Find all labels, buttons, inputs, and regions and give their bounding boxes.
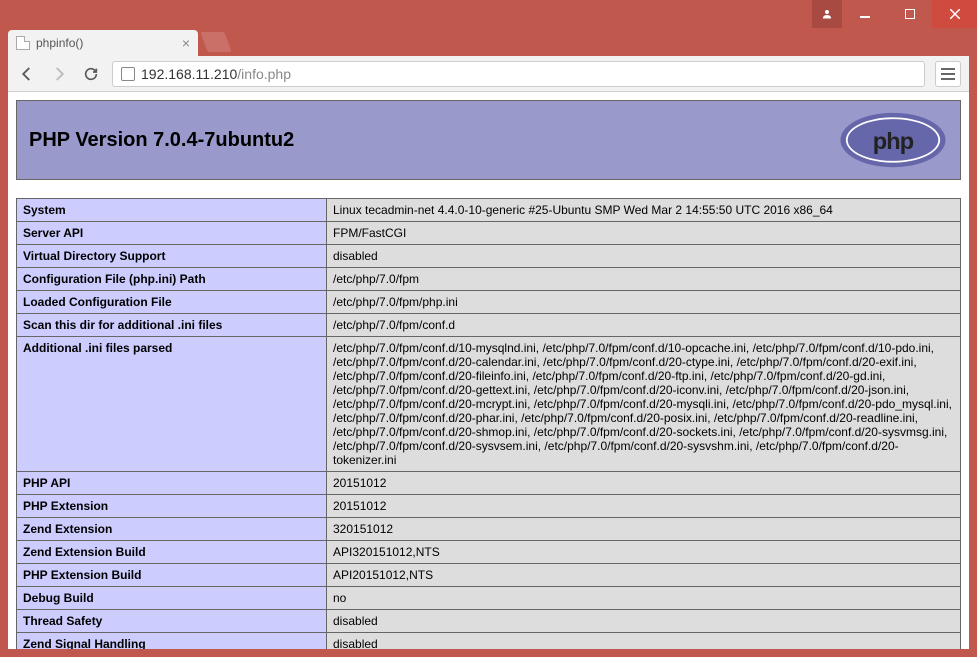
config-key: Server API xyxy=(17,222,327,245)
page-icon xyxy=(16,36,30,50)
site-info-icon[interactable] xyxy=(121,67,135,81)
config-value: 20151012 xyxy=(327,495,961,518)
table-row: Additional .ini files parsed/etc/php/7.0… xyxy=(17,337,961,472)
config-key: Scan this dir for additional .ini files xyxy=(17,314,327,337)
config-key: Configuration File (php.ini) Path xyxy=(17,268,327,291)
config-value: API320151012,NTS xyxy=(327,541,961,564)
config-key: Zend Extension Build xyxy=(17,541,327,564)
url-path: /info.php xyxy=(237,66,291,82)
arrow-right-icon xyxy=(50,65,68,83)
config-key: Thread Safety xyxy=(17,610,327,633)
config-value: API20151012,NTS xyxy=(327,564,961,587)
table-row: Configuration File (php.ini) Path/etc/ph… xyxy=(17,268,961,291)
config-value: /etc/php/7.0/fpm/conf.d xyxy=(327,314,961,337)
maximize-button[interactable] xyxy=(887,0,932,28)
address-bar: 192.168.11.210/info.php xyxy=(8,56,969,92)
close-button[interactable] xyxy=(932,0,977,28)
arrow-left-icon xyxy=(18,65,36,83)
table-row: Scan this dir for additional .ini files/… xyxy=(17,314,961,337)
table-row: Debug Buildno xyxy=(17,587,961,610)
hamburger-icon xyxy=(941,68,955,70)
config-value: Linux tecadmin-net 4.4.0-10-generic #25-… xyxy=(327,199,961,222)
minimize-icon xyxy=(860,9,870,19)
config-value: 320151012 xyxy=(327,518,961,541)
close-icon xyxy=(950,9,960,19)
config-key: PHP Extension xyxy=(17,495,327,518)
menu-button[interactable] xyxy=(935,61,961,87)
minimize-button[interactable] xyxy=(842,0,887,28)
user-button[interactable] xyxy=(812,0,842,28)
new-tab-button[interactable] xyxy=(200,32,231,52)
config-value: /etc/php/7.0/fpm xyxy=(327,268,961,291)
config-key: System xyxy=(17,199,327,222)
config-key: Zend Signal Handling xyxy=(17,633,327,650)
back-button[interactable] xyxy=(16,63,38,85)
reload-button[interactable] xyxy=(80,63,102,85)
config-value: /etc/php/7.0/fpm/php.ini xyxy=(327,291,961,314)
config-value: no xyxy=(327,587,961,610)
table-row: Zend Extension320151012 xyxy=(17,518,961,541)
config-value: disabled xyxy=(327,633,961,650)
svg-text:php: php xyxy=(873,128,914,154)
phpinfo-header: PHP Version 7.0.4-7ubuntu2 php xyxy=(16,100,961,180)
maximize-icon xyxy=(905,9,915,19)
tab-strip: phpinfo() × xyxy=(0,28,977,56)
window-titlebar xyxy=(0,0,977,28)
browser-tab[interactable]: phpinfo() × xyxy=(8,30,198,56)
config-key: Zend Extension xyxy=(17,518,327,541)
table-row: PHP Extension BuildAPI20151012,NTS xyxy=(17,564,961,587)
config-value: disabled xyxy=(327,610,961,633)
table-row: Zend Signal Handlingdisabled xyxy=(17,633,961,650)
page-viewport: PHP Version 7.0.4-7ubuntu2 php SystemLin… xyxy=(8,92,969,649)
table-row: Virtual Directory Supportdisabled xyxy=(17,245,961,268)
tab-close-button[interactable]: × xyxy=(182,35,190,51)
tab-title: phpinfo() xyxy=(36,36,176,50)
config-value: FPM/FastCGI xyxy=(327,222,961,245)
table-row: Server APIFPM/FastCGI xyxy=(17,222,961,245)
phpinfo-page: PHP Version 7.0.4-7ubuntu2 php SystemLin… xyxy=(8,92,969,649)
reload-icon xyxy=(83,66,99,82)
config-value: /etc/php/7.0/fpm/conf.d/10-mysqlnd.ini, … xyxy=(327,337,961,472)
page-title: PHP Version 7.0.4-7ubuntu2 xyxy=(29,129,294,152)
table-row: PHP Extension20151012 xyxy=(17,495,961,518)
config-value: 20151012 xyxy=(327,472,961,495)
url-text: 192.168.11.210/info.php xyxy=(141,66,291,82)
config-key: Virtual Directory Support xyxy=(17,245,327,268)
user-icon xyxy=(821,8,833,20)
url-host: 192.168.11.210 xyxy=(141,66,237,82)
config-key: Loaded Configuration File xyxy=(17,291,327,314)
table-row: Loaded Configuration File/etc/php/7.0/fp… xyxy=(17,291,961,314)
phpinfo-table: SystemLinux tecadmin-net 4.4.0-10-generi… xyxy=(16,198,961,649)
php-logo-icon: php xyxy=(838,111,948,169)
config-key: PHP Extension Build xyxy=(17,564,327,587)
table-row: Zend Extension BuildAPI320151012,NTS xyxy=(17,541,961,564)
config-key: Additional .ini files parsed xyxy=(17,337,327,472)
config-key: PHP API xyxy=(17,472,327,495)
table-row: Thread Safetydisabled xyxy=(17,610,961,633)
url-input[interactable]: 192.168.11.210/info.php xyxy=(112,61,925,87)
forward-button[interactable] xyxy=(48,63,70,85)
config-key: Debug Build xyxy=(17,587,327,610)
config-value: disabled xyxy=(327,245,961,268)
table-row: SystemLinux tecadmin-net 4.4.0-10-generi… xyxy=(17,199,961,222)
table-row: PHP API20151012 xyxy=(17,472,961,495)
